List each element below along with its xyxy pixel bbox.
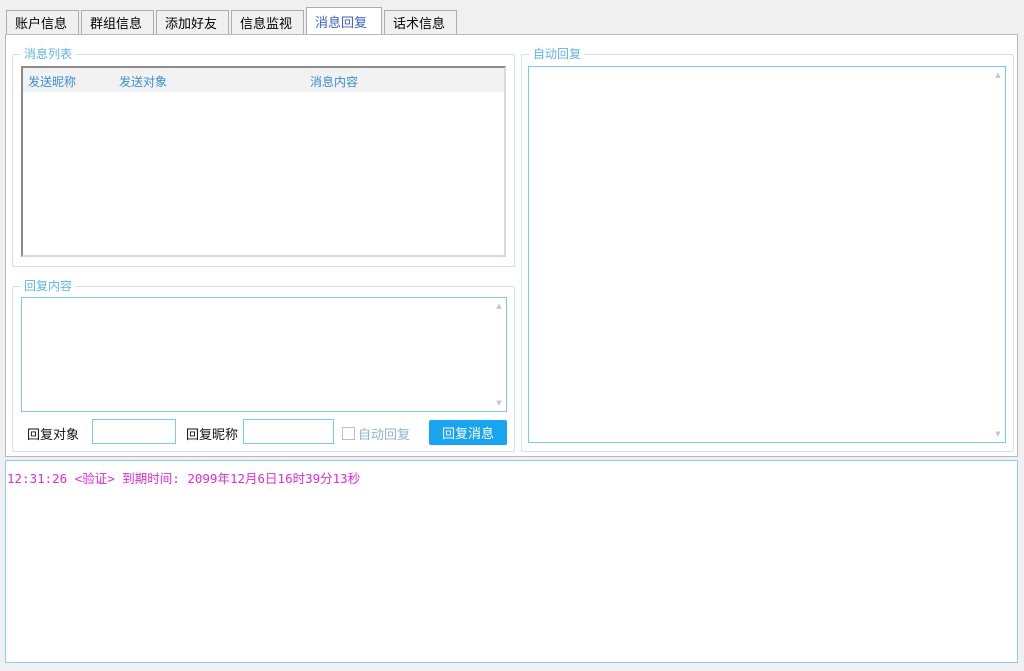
tab-info-monitor[interactable]: 信息监视: [231, 10, 304, 34]
auto-reply-legend: 自动回复: [533, 47, 582, 61]
tab-group-info[interactable]: 群组信息: [81, 10, 154, 34]
auto-reply-checkbox-label: 自动回复: [358, 428, 411, 443]
log-output[interactable]: 12:31:26 <验证> 到期时间: 2099年12月6日16时39分13秒: [5, 460, 1018, 663]
reply-target-label: 回复对象: [27, 428, 80, 443]
scroll-up-icon[interactable]: ▲: [994, 71, 1002, 79]
tab-label: 添加好友: [165, 17, 218, 32]
reply-message-button[interactable]: 回复消息: [429, 420, 507, 445]
reply-target-input[interactable]: [92, 419, 176, 444]
reply-nickname-label: 回复昵称: [186, 428, 239, 443]
tab-add-friend[interactable]: 添加好友: [156, 10, 229, 34]
reply-message-button-label: 回复消息: [441, 427, 494, 442]
tab-content-panel: 消息列表 发送昵称 发送对象 消息内容 回复内容 ▲ ▼ 回复对象 回复昵称 自…: [5, 34, 1018, 457]
scroll-up-icon[interactable]: ▲: [495, 302, 503, 310]
reply-content-textarea[interactable]: ▲ ▼: [21, 297, 507, 412]
list-header: 发送昵称 发送对象 消息内容: [23, 68, 504, 92]
log-line: 12:31:26 <验证> 到期时间: 2099年12月6日16时39分13秒: [7, 471, 361, 486]
tab-label: 群组信息: [90, 17, 143, 32]
scroll-down-icon[interactable]: ▼: [495, 399, 503, 407]
checkbox-box[interactable]: [342, 427, 355, 440]
tab-account-info[interactable]: 账户信息: [6, 10, 79, 34]
tab-label: 消息回复: [315, 15, 368, 31]
tab-message-reply[interactable]: 消息回复: [306, 7, 382, 34]
tab-label: 话术信息: [393, 17, 446, 32]
message-list-legend: 消息列表: [24, 47, 73, 61]
message-list-view[interactable]: 发送昵称 发送对象 消息内容: [21, 66, 506, 257]
reply-nickname-input[interactable]: [243, 419, 334, 444]
auto-reply-textarea[interactable]: ▲ ▼: [528, 66, 1006, 443]
reply-content-legend: 回复内容: [24, 279, 73, 293]
auto-reply-checkbox[interactable]: 自动回复: [342, 424, 410, 443]
tab-label: 账户信息: [15, 17, 68, 32]
scroll-down-icon[interactable]: ▼: [994, 430, 1002, 438]
tab-script-info[interactable]: 话术信息: [384, 10, 457, 34]
column-header-sender-nickname[interactable]: 发送昵称: [28, 73, 76, 90]
tab-bar: 账户信息 群组信息 添加好友 信息监视 消息回复 话术信息: [6, 7, 459, 34]
column-header-message-content[interactable]: 消息内容: [310, 73, 358, 90]
tab-label: 信息监视: [240, 17, 293, 32]
column-header-send-target[interactable]: 发送对象: [119, 73, 167, 90]
